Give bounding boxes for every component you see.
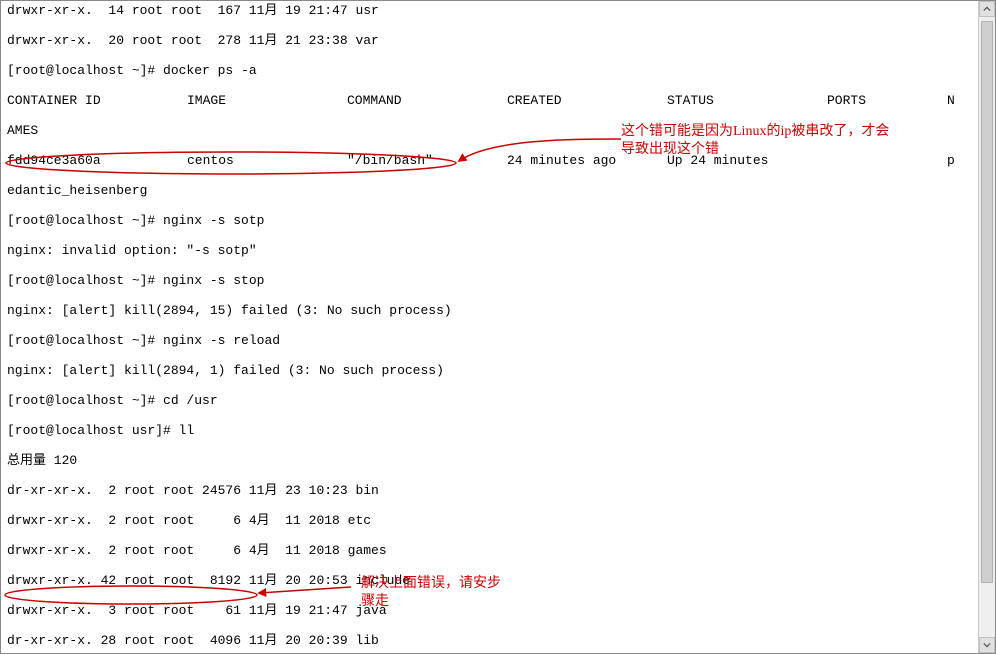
cell-ports [827,153,947,168]
cell-status: Up 24 minutes [667,153,827,168]
cell-command: "/bin/bash" [347,153,507,168]
col-image: IMAGE [187,93,347,108]
scroll-up-button[interactable] [979,1,995,17]
cell-container-id: fdd94ce3a60a [7,153,187,168]
col-names-trunc: N [947,93,973,108]
col-command: COMMAND [347,93,507,108]
term-line: 总用量 120 [7,453,973,468]
term-line: dr-xr-xr-x. 28 root root 4096 11月 20 20:… [7,633,973,648]
chevron-down-icon [983,641,991,649]
term-line: nginx: invalid option: "-s sotp" [7,243,973,258]
term-line: drwxr-xr-x. 42 root root 8192 11月 20 20:… [7,573,973,588]
docker-row: fdd94ce3a60acentos"/bin/bash"24 minutes … [7,153,973,168]
col-ports: PORTS [827,93,947,108]
term-line: [root@localhost ~]# cd /usr [7,393,973,408]
term-line: nginx: [alert] kill(2894, 15) failed (3:… [7,303,973,318]
cell-created: 24 minutes ago [507,153,667,168]
term-line: nginx: [alert] kill(2894, 1) failed (3: … [7,363,973,378]
scroll-down-button[interactable] [979,637,995,653]
cell-names-trunc: p [947,153,973,168]
term-line: drwxr-xr-x. 3 root root 61 11月 19 21:47 … [7,603,973,618]
col-created: CREATED [507,93,667,108]
col-container-id: CONTAINER ID [7,93,187,108]
terminal-viewport[interactable]: drwxr-xr-x. 14 root root 167 11月 19 21:4… [1,1,979,653]
terminal-window: drwxr-xr-x. 14 root root 167 11月 19 21:4… [0,0,996,654]
term-line: [root@localhost ~]# nginx -s sotp [7,213,973,228]
chevron-up-icon [983,5,991,13]
term-line: [root@localhost ~]# docker ps -a [7,63,973,78]
scroll-thumb[interactable] [981,21,993,583]
term-line: [root@localhost ~]# nginx -s stop [7,273,973,288]
term-line: drwxr-xr-x. 2 root root 6 4月 11 2018 etc [7,513,973,528]
vertical-scrollbar[interactable] [978,1,995,653]
docker-header-row: CONTAINER IDIMAGECOMMANDCREATEDSTATUSPOR… [7,93,973,108]
docker-header-wrap: AMES [7,123,973,138]
term-line: drwxr-xr-x. 2 root root 6 4月 11 2018 gam… [7,543,973,558]
terminal-output: drwxr-xr-x. 14 root root 167 11月 19 21:4… [1,1,979,653]
cell-image: centos [187,153,347,168]
term-line: drwxr-xr-x. 20 root root 278 11月 21 23:3… [7,33,973,48]
term-line: [root@localhost ~]# nginx -s reload [7,333,973,348]
term-line: drwxr-xr-x. 14 root root 167 11月 19 21:4… [7,3,973,18]
term-line: [root@localhost usr]# ll [7,423,973,438]
term-line: dr-xr-xr-x. 2 root root 24576 11月 23 10:… [7,483,973,498]
col-status: STATUS [667,93,827,108]
docker-row-wrap: edantic_heisenberg [7,183,973,198]
